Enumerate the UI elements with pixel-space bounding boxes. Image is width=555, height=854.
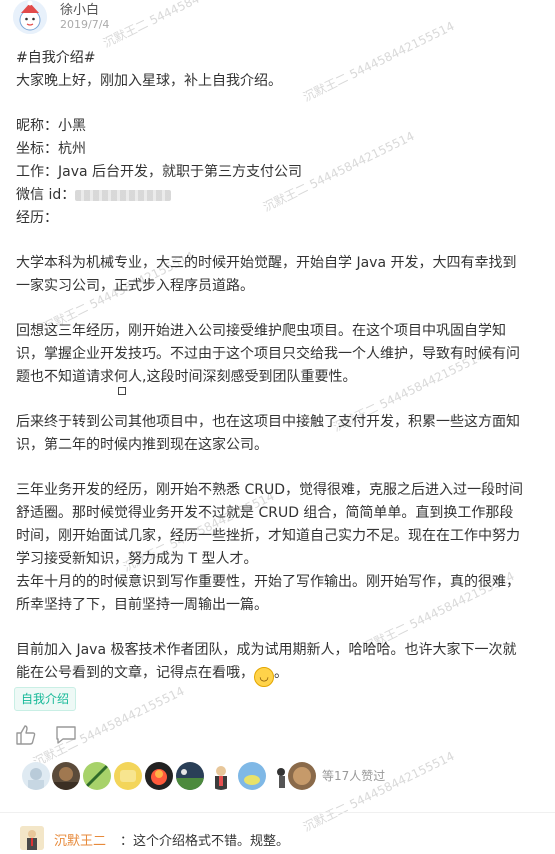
text-cursor-marker [118,387,126,395]
post-text: 经历： [16,210,58,226]
liker-avatar[interactable] [22,762,50,790]
likers-row: 等17人赞过 [22,762,542,792]
comment-text: ：这个介绍格式不错。规整。 [120,834,290,849]
divider [0,812,555,813]
topic-tag[interactable]: 自我介绍 [14,687,77,711]
post-text: 后来终于转到公司其他项目中，也在这项目中接触了支付开发，积累一些这方面知 [16,414,520,430]
post-date: 2019/7/4 [60,18,110,31]
post-text: 所幸坚持了下，目前坚持一周输出一篇。 [16,597,268,613]
post-text: 三年业务开发的经历，刚开始不熟悉 CRUD，觉得很难，克服之后进入过一段时间 [16,482,523,498]
comment-icon[interactable] [54,723,78,747]
post-text: 能在公号看到的文章，记得点在看哦， ◡。 [16,662,548,687]
post-text: 微信 id： [16,184,548,207]
post-text: 去年十月的的时候意识到写作重要性，开始了写作输出。刚开始写作，真的很难， [16,574,520,590]
post-actions [14,723,134,749]
commenter-avatar[interactable] [20,826,44,850]
liker-avatar[interactable] [176,762,204,790]
comment-item: 沉默王二 ：这个介绍格式不错。规整。 [20,826,550,854]
post-text: 目前加入 Java 极客技术作者团队，成为试用期新人，哈哈哈。也许大家下一次就 [16,642,517,658]
author-avatar[interactable] [13,0,47,34]
liker-avatar[interactable] [238,762,266,790]
post-text: 大家晚上好，刚加入星球，补上自我介绍。 [16,73,282,89]
post-text: 舒适圈。那时候觉得业务开发不过就是 CRUD 组合，简简单单。直到换工作那段 [16,505,514,521]
post-text: 识，第二年的时候内推到现在这家公司。 [16,437,268,453]
post-text: 回想这三年经历，刚开始进入公司接受维护爬虫项目。在这个项目中巩固自学知 [16,323,506,339]
post-text: 时间，刚开始面试几家，经历一些挫折，才知道自己实力不足。现在在工作中努力 [16,528,520,544]
grin-emoji-icon: ◡ [254,667,274,687]
commenter-name[interactable]: 沉默王二 [54,830,106,849]
wechat-id-redacted [75,189,172,201]
post-text: 工作：Java 后台开发，就职于第三方支付公司 [16,164,303,180]
post-text: 学习接受新知识，努力成为 T 型人才。 [16,551,258,567]
post-text: 一家实习公司，正式步入程序员道路。 [16,278,254,294]
like-icon[interactable] [14,723,38,747]
wechat-label: 微信 id： [16,187,76,203]
post-text: 题也不知道请求何人,这段时间深刻感受到团队重要性。 [16,369,357,385]
post-body: #自我介绍# 大家晚上好，刚加入星球，补上自我介绍。 昵称：小黑 坐标：杭州 工… [16,47,548,687]
post-header: 徐小白 2019/7/4 [0,0,555,40]
post-text-inline: 能在公号看到的文章，记得点在看哦， [16,665,254,681]
liker-avatar[interactable] [207,762,235,790]
liker-avatar[interactable] [83,762,111,790]
liker-avatar[interactable] [52,762,80,790]
post-text: 昵称：小黑 [16,118,86,134]
liker-avatar[interactable] [288,762,316,790]
post-text: 识，掌握企业开发技巧。不过由于这个项目只交给我一个人维护，导致有时候有问 [16,346,520,362]
post-topic[interactable]: #自我介绍# [16,47,548,70]
author-name[interactable]: 徐小白 [60,0,99,18]
likes-count[interactable]: 等17人赞过 [322,767,385,784]
liker-avatar[interactable] [145,762,173,790]
post-text: 坐标：杭州 [16,141,86,157]
post-text: 大学本科为机械专业，大三的时候开始觉醒，开始自学 Java 开发，大四有幸找到 [16,255,517,271]
liker-avatar[interactable] [114,762,142,790]
